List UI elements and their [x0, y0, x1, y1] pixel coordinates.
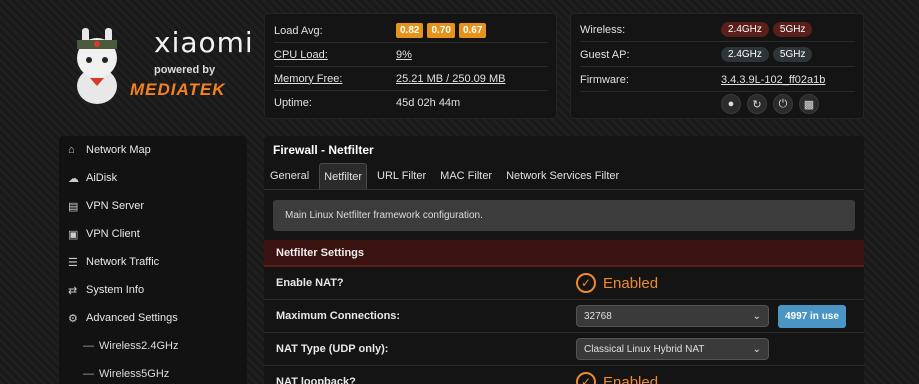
max-connections-select[interactable]: 32768 ⌄: [576, 305, 769, 327]
sidebar-item-label: Advanced Settings: [86, 312, 178, 324]
load-avg-values: 0.82 0.70 0.67: [396, 23, 487, 38]
guest-ap-row: Guest AP: 2.4GHz 5GHz: [580, 43, 855, 67]
refresh-icon[interactable]: ↻: [747, 94, 767, 114]
user-icon[interactable]: ●: [721, 94, 741, 114]
sidebar-item-label: System Info: [86, 284, 145, 296]
memory-free-value[interactable]: 25.21 MB / 250.09 MB: [396, 73, 505, 85]
firmware-value[interactable]: 3.4.3.9L-102_ff02a1b: [721, 74, 825, 86]
check-icon: ✓: [576, 372, 596, 384]
sidebar-item-label: Network Map: [86, 144, 151, 156]
trash-icon[interactable]: ▩: [799, 94, 819, 114]
nat-type-value: Classical Linux Hybrid NAT: [584, 343, 705, 355]
tab-netfilter[interactable]: Netfilter: [319, 163, 368, 189]
load-avg-15: 0.67: [458, 23, 487, 38]
tab-network-services-filter[interactable]: Network Services Filter: [502, 163, 623, 189]
nat-type-label: NAT Type (UDP only):: [276, 343, 389, 355]
guest-ap-label: Guest AP:: [580, 48, 630, 61]
uptime-value: 45d 02h 44m: [396, 97, 461, 109]
shuffle-icon: ⇄: [68, 284, 78, 297]
page-title: Firewall - Netfilter: [273, 143, 374, 157]
nat-type-select[interactable]: Classical Linux Hybrid NAT ⌄: [576, 338, 769, 360]
radio-status-panel: Wireless: 2.4GHz 5GHz Guest AP: 2.4GHz 5…: [570, 13, 864, 119]
sidebar-item-label: Network Traffic: [86, 256, 160, 268]
max-connections-value: 32768: [584, 310, 612, 322]
nat-type-row: NAT Type (UDP only): Classical Linux Hyb…: [264, 333, 864, 366]
sidebar: ⌂ Network Map ☁ AiDisk ▤ VPN Server ▣ VP…: [59, 136, 247, 384]
tab-general[interactable]: General: [266, 163, 313, 189]
enable-nat-row: Enable NAT? ✓ Enabled: [264, 267, 864, 300]
wireless-row: Wireless: 2.4GHz 5GHz: [580, 18, 855, 42]
nat-loopback-label: NAT loopback?: [276, 376, 356, 384]
guest-2g-badge[interactable]: 2.4GHz: [721, 47, 769, 62]
nat-loopback-value: Enabled: [603, 373, 659, 384]
connections-in-use-badge[interactable]: 4997 in use: [778, 304, 846, 328]
check-icon: ✓: [576, 273, 596, 293]
brand-logo: xiaomi powered by MEDIATEK: [62, 24, 254, 108]
wireless-5g-badge[interactable]: 5GHz: [772, 22, 813, 37]
main-panel: Firewall - Netfilter General Netfilter U…: [264, 136, 864, 384]
sidebar-subitem-label: Wireless5GHz: [99, 368, 170, 380]
uptime-label: Uptime:: [274, 97, 312, 109]
memory-free-label[interactable]: Memory Free:: [274, 73, 396, 85]
sidebar-item-vpn-server[interactable]: ▤ VPN Server: [59, 192, 247, 220]
tab-bar: General Netfilter URL Filter MAC Filter …: [264, 163, 864, 190]
dash-icon: —: [83, 340, 94, 352]
powered-by-text: powered by: [154, 64, 216, 76]
load-avg-1: 0.82: [396, 23, 424, 38]
wireless-2g-badge[interactable]: 2.4GHz: [721, 22, 769, 37]
cpu-load-value[interactable]: 9%: [396, 49, 412, 61]
load-avg-row: Load Avg: 0.82 0.70 0.67: [274, 19, 548, 43]
sidebar-subitem-label: Wireless2.4GHz: [99, 340, 179, 352]
vpn-server-icon: ▤: [68, 200, 79, 213]
firmware-row: Firmware: 3.4.3.9L-102_ff02a1b: [580, 68, 855, 92]
dash-icon: —: [83, 368, 94, 380]
nat-loopback-toggle[interactable]: ✓ Enabled: [576, 372, 658, 384]
memory-row[interactable]: Memory Free: 25.21 MB / 250.09 MB: [274, 67, 548, 91]
mascot-icon: [77, 28, 117, 104]
sidebar-item-system-info[interactable]: ⇄ System Info: [59, 276, 247, 304]
sidebar-item-label: AiDisk: [86, 172, 118, 184]
cpu-load-row[interactable]: CPU Load: 9%: [274, 43, 548, 67]
wireless-label: Wireless:: [580, 23, 626, 36]
sidebar-item-vpn-client[interactable]: ▣ VPN Client: [59, 220, 247, 248]
cpu-load-label[interactable]: CPU Load:: [274, 49, 396, 61]
enable-nat-label: Enable NAT?: [276, 277, 344, 289]
nat-loopback-row: NAT loopback? ✓ Enabled: [264, 366, 864, 384]
firmware-label: Firmware:: [580, 73, 629, 86]
sidebar-item-network-traffic[interactable]: ☰ Network Traffic: [59, 248, 247, 276]
sidebar-item-label: VPN Server: [86, 200, 145, 212]
power-icon[interactable]: ⏻: [773, 94, 793, 114]
enable-nat-toggle[interactable]: ✓ Enabled: [576, 273, 658, 293]
brand-name: xiaomi: [154, 26, 254, 59]
sidebar-item-aidisk[interactable]: ☁ AiDisk: [59, 164, 247, 192]
home-icon: ⌂: [68, 144, 75, 156]
wireless-bands: 2.4GHz 5GHz: [721, 22, 813, 37]
sidebar-subitem-wireless-5g[interactable]: — Wireless5GHz: [59, 360, 247, 384]
max-connections-label: Maximum Connections:: [276, 310, 401, 322]
section-header: Netfilter Settings: [264, 240, 864, 267]
chevron-down-icon: ⌄: [752, 343, 761, 355]
sidebar-item-advanced-settings[interactable]: ⚙ Advanced Settings: [59, 304, 247, 332]
system-status-panel: Load Avg: 0.82 0.70 0.67 CPU Load: 9% Me…: [264, 13, 557, 119]
cloud-icon: ☁: [68, 172, 79, 185]
load-avg-label: Load Avg:: [274, 24, 323, 37]
tab-mac-filter[interactable]: MAC Filter: [436, 163, 496, 189]
traffic-icon: ☰: [68, 256, 78, 269]
chip-vendor-logo: MEDIATEK: [130, 80, 226, 99]
guest-5g-badge[interactable]: 5GHz: [772, 47, 813, 62]
sidebar-item-network-map[interactable]: ⌂ Network Map: [59, 136, 247, 164]
gear-icon: ⚙: [68, 312, 78, 325]
page-description: Main Linux Netfilter framework configura…: [273, 200, 855, 231]
uptime-row: Uptime: 45d 02h 44m: [274, 91, 548, 115]
chevron-down-icon: ⌄: [752, 310, 761, 322]
enable-nat-value: Enabled: [603, 274, 659, 292]
tab-url-filter[interactable]: URL Filter: [373, 163, 430, 189]
max-connections-row: Maximum Connections: 32768 ⌄ 4997 in use: [264, 300, 864, 333]
sidebar-item-label: VPN Client: [86, 228, 140, 240]
vpn-client-icon: ▣: [68, 228, 79, 241]
load-avg-5: 0.70: [427, 23, 455, 38]
action-buttons: ● ↻ ⏻ ▩: [721, 92, 855, 116]
sidebar-subitem-wireless-2g[interactable]: — Wireless2.4GHz: [59, 332, 247, 360]
guest-ap-bands: 2.4GHz 5GHz: [721, 47, 813, 62]
